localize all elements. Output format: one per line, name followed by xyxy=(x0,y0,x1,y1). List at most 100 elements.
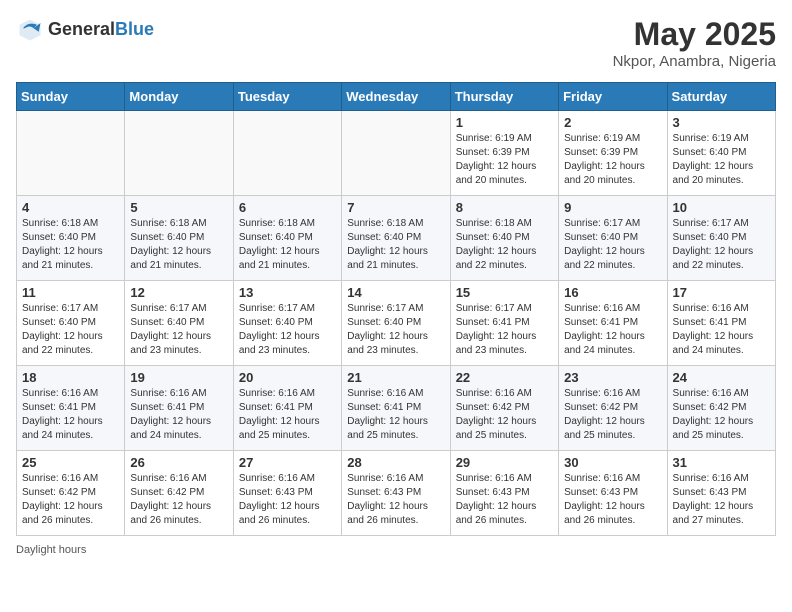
calendar-day-9: 9 Sunrise: 6:17 AM Sunset: 6:40 PM Daylig… xyxy=(559,196,667,281)
weekday-header-thursday: Thursday xyxy=(450,83,558,111)
calendar-location: Nkpor, Anambra, Nigeria xyxy=(613,53,776,70)
day-info: Sunrise: 6:16 AM Sunset: 6:41 PM Dayligh… xyxy=(564,302,661,358)
logo-general: General xyxy=(48,20,115,40)
day-info: Sunrise: 6:16 AM Sunset: 6:41 PM Dayligh… xyxy=(239,387,336,443)
day-info: Sunrise: 6:17 AM Sunset: 6:40 PM Dayligh… xyxy=(239,302,336,358)
day-number: 28 xyxy=(347,455,444,470)
weekday-header-monday: Monday xyxy=(125,83,233,111)
calendar-day-24: 24 Sunrise: 6:16 AM Sunset: 6:42 PM Dayli… xyxy=(667,366,775,451)
calendar-title: May 2025 xyxy=(613,16,776,53)
calendar-day-14: 14 Sunrise: 6:17 AM Sunset: 6:40 PM Dayli… xyxy=(342,281,450,366)
day-number: 14 xyxy=(347,285,444,300)
calendar-week-1: 1 Sunrise: 6:19 AM Sunset: 6:39 PM Daylig… xyxy=(17,111,776,196)
day-number: 27 xyxy=(239,455,336,470)
day-number: 20 xyxy=(239,370,336,385)
day-info: Sunrise: 6:18 AM Sunset: 6:40 PM Dayligh… xyxy=(239,217,336,273)
day-info: Sunrise: 6:16 AM Sunset: 6:43 PM Dayligh… xyxy=(347,472,444,528)
calendar-day-20: 20 Sunrise: 6:16 AM Sunset: 6:41 PM Dayli… xyxy=(233,366,341,451)
day-info: Sunrise: 6:19 AM Sunset: 6:40 PM Dayligh… xyxy=(673,132,770,188)
calendar-day-19: 19Sunrise: 6:16 AM Sunset: 6:41 PM Dayli… xyxy=(125,366,233,451)
day-info: Sunrise: 6:19 AM Sunset: 6:39 PM Dayligh… xyxy=(456,132,553,188)
calendar-day-6: 6 Sunrise: 6:18 AM Sunset: 6:40 PM Daylig… xyxy=(233,196,341,281)
calendar-day-28: 28 Sunrise: 6:16 AM Sunset: 6:43 PM Dayli… xyxy=(342,451,450,536)
day-number: 30 xyxy=(564,455,661,470)
day-info: Sunrise: 6:18 AM Sunset: 6:40 PM Dayligh… xyxy=(22,217,119,273)
day-number: 15 xyxy=(456,285,553,300)
calendar-day-21: 21 Sunrise: 6:16 AM Sunset: 6:41 PM Dayli… xyxy=(342,366,450,451)
day-info: Sunrise: 6:17 AM Sunset: 6:40 PM Dayligh… xyxy=(564,217,661,273)
calendar-week-2: 4 Sunrise: 6:18 AM Sunset: 6:40 PM Daylig… xyxy=(17,196,776,281)
day-info: Sunrise: 6:19 AM Sunset: 6:39 PM Dayligh… xyxy=(564,132,661,188)
calendar-day-3: 3 Sunrise: 6:19 AM Sunset: 6:40 PM Daylig… xyxy=(667,111,775,196)
calendar-day-11: 11 Sunrise: 6:17 AM Sunset: 6:40 PM Dayli… xyxy=(17,281,125,366)
calendar-day-16: 16 Sunrise: 6:16 AM Sunset: 6:41 PM Dayli… xyxy=(559,281,667,366)
day-info: Sunrise: 6:18 AM Sunset: 6:40 PM Dayligh… xyxy=(456,217,553,273)
calendar-day-23: 23 Sunrise: 6:16 AM Sunset: 6:42 PM Dayli… xyxy=(559,366,667,451)
day-info: Sunrise: 6:16 AM Sunset: 6:42 PM Dayligh… xyxy=(22,472,119,528)
day-number: 6 xyxy=(239,200,336,215)
calendar-day-17: 17Sunrise: 6:16 AM Sunset: 6:41 PM Dayli… xyxy=(667,281,775,366)
calendar-day-30: 30 Sunrise: 6:16 AM Sunset: 6:43 PM Dayli… xyxy=(559,451,667,536)
day-number: 4 xyxy=(22,200,119,215)
calendar-day-31: 31Sunrise: 6:16 AM Sunset: 6:43 PM Dayli… xyxy=(667,451,775,536)
calendar-table: SundayMondayTuesdayWednesdayThursdayFrid… xyxy=(16,82,776,536)
logo-text: General Blue xyxy=(48,20,154,40)
calendar-week-5: 25Sunrise: 6:16 AM Sunset: 6:42 PM Dayli… xyxy=(17,451,776,536)
day-info: Sunrise: 6:16 AM Sunset: 6:42 PM Dayligh… xyxy=(564,387,661,443)
day-info: Sunrise: 6:16 AM Sunset: 6:43 PM Dayligh… xyxy=(239,472,336,528)
calendar-day-2: 2 Sunrise: 6:19 AM Sunset: 6:39 PM Daylig… xyxy=(559,111,667,196)
day-number: 13 xyxy=(239,285,336,300)
day-info: Sunrise: 6:18 AM Sunset: 6:40 PM Dayligh… xyxy=(130,217,227,273)
calendar-empty-cell xyxy=(233,111,341,196)
logo: General Blue xyxy=(16,16,154,44)
day-info: Sunrise: 6:16 AM Sunset: 6:43 PM Dayligh… xyxy=(456,472,553,528)
weekday-header-wednesday: Wednesday xyxy=(342,83,450,111)
calendar-day-29: 29Sunrise: 6:16 AM Sunset: 6:43 PM Dayli… xyxy=(450,451,558,536)
day-number: 11 xyxy=(22,285,119,300)
day-number: 1 xyxy=(456,115,553,130)
calendar-day-13: 13 Sunrise: 6:17 AM Sunset: 6:40 PM Dayli… xyxy=(233,281,341,366)
calendar-day-22: 22Sunrise: 6:16 AM Sunset: 6:42 PM Dayli… xyxy=(450,366,558,451)
logo-blue: Blue xyxy=(115,20,154,40)
day-number: 2 xyxy=(564,115,661,130)
calendar-day-4: 4 Sunrise: 6:18 AM Sunset: 6:40 PM Daylig… xyxy=(17,196,125,281)
day-info: Sunrise: 6:16 AM Sunset: 6:41 PM Dayligh… xyxy=(347,387,444,443)
weekday-header-sunday: Sunday xyxy=(17,83,125,111)
day-number: 16 xyxy=(564,285,661,300)
day-info: Sunrise: 6:16 AM Sunset: 6:42 PM Dayligh… xyxy=(130,472,227,528)
day-number: 19 xyxy=(130,370,227,385)
day-number: 17 xyxy=(673,285,770,300)
calendar-day-18: 18Sunrise: 6:16 AM Sunset: 6:41 PM Dayli… xyxy=(17,366,125,451)
day-number: 8 xyxy=(456,200,553,215)
day-number: 18 xyxy=(22,370,119,385)
day-info: Sunrise: 6:17 AM Sunset: 6:40 PM Dayligh… xyxy=(347,302,444,358)
day-number: 3 xyxy=(673,115,770,130)
calendar-day-1: 1 Sunrise: 6:19 AM Sunset: 6:39 PM Daylig… xyxy=(450,111,558,196)
calendar-day-12: 12 Sunrise: 6:17 AM Sunset: 6:40 PM Dayli… xyxy=(125,281,233,366)
day-number: 23 xyxy=(564,370,661,385)
calendar-week-3: 11 Sunrise: 6:17 AM Sunset: 6:40 PM Dayli… xyxy=(17,281,776,366)
calendar-empty-cell xyxy=(125,111,233,196)
calendar-empty-cell xyxy=(342,111,450,196)
day-number: 24 xyxy=(673,370,770,385)
calendar-day-5: 5Sunrise: 6:18 AM Sunset: 6:40 PM Daylig… xyxy=(125,196,233,281)
day-number: 9 xyxy=(564,200,661,215)
calendar-day-15: 15Sunrise: 6:17 AM Sunset: 6:41 PM Dayli… xyxy=(450,281,558,366)
day-number: 26 xyxy=(130,455,227,470)
day-info: Sunrise: 6:17 AM Sunset: 6:40 PM Dayligh… xyxy=(130,302,227,358)
weekday-header-friday: Friday xyxy=(559,83,667,111)
day-number: 21 xyxy=(347,370,444,385)
calendar-day-8: 8 Sunrise: 6:18 AM Sunset: 6:40 PM Daylig… xyxy=(450,196,558,281)
day-number: 22 xyxy=(456,370,553,385)
day-info: Sunrise: 6:17 AM Sunset: 6:40 PM Dayligh… xyxy=(22,302,119,358)
page-header: General Blue May 2025 Nkpor, Anambra, Ni… xyxy=(16,16,776,70)
weekday-header-saturday: Saturday xyxy=(667,83,775,111)
day-info: Sunrise: 6:16 AM Sunset: 6:43 PM Dayligh… xyxy=(564,472,661,528)
weekday-header-tuesday: Tuesday xyxy=(233,83,341,111)
day-info: Sunrise: 6:16 AM Sunset: 6:42 PM Dayligh… xyxy=(673,387,770,443)
day-info: Sunrise: 6:17 AM Sunset: 6:40 PM Dayligh… xyxy=(673,217,770,273)
title-block: May 2025 Nkpor, Anambra, Nigeria xyxy=(613,16,776,70)
day-number: 10 xyxy=(673,200,770,215)
day-info: Sunrise: 6:18 AM Sunset: 6:40 PM Dayligh… xyxy=(347,217,444,273)
day-number: 12 xyxy=(130,285,227,300)
